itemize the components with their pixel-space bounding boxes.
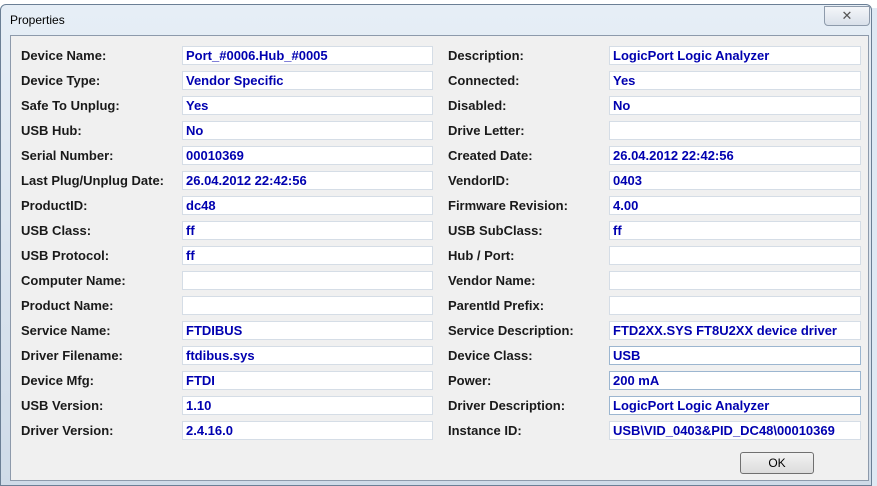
vendor-name-field[interactable]: [609, 271, 861, 290]
serial-number-field[interactable]: 00010369: [182, 146, 433, 165]
usb-subclass-field[interactable]: ff: [609, 221, 861, 240]
service-name-field[interactable]: FTDIBUS: [182, 321, 433, 340]
drive-letter-label: Drive Letter:: [448, 123, 525, 138]
usb-protocol-field[interactable]: ff: [182, 246, 433, 265]
product-name-field[interactable]: [182, 296, 433, 315]
last-plug-unplug-date-label: Last Plug/Unplug Date:: [21, 173, 164, 188]
parentid-prefix-label: ParentId Prefix:: [448, 298, 545, 313]
driver-filename-label: Driver Filename:: [21, 348, 123, 363]
description-field[interactable]: LogicPort Logic Analyzer: [609, 46, 861, 65]
description-label: Description:: [448, 48, 524, 63]
service-description-field[interactable]: FTD2XX.SYS FT8U2XX device driver: [609, 321, 861, 340]
device-class-field[interactable]: USB: [609, 346, 861, 365]
usb-class-label: USB Class:: [21, 223, 92, 238]
serial-number-label: Serial Number:: [21, 148, 114, 163]
service-name-label: Service Name:: [21, 323, 111, 338]
usb-hub-field[interactable]: No: [182, 121, 433, 140]
instance-id-field[interactable]: USB\VID_0403&PID_DC48\00010369: [609, 421, 861, 440]
firmware-revision-field[interactable]: 4.00: [609, 196, 861, 215]
disabled-label: Disabled:: [448, 98, 507, 113]
vendor-name-label: Vendor Name:: [448, 273, 536, 288]
usb-protocol-label: USB Protocol:: [21, 248, 110, 263]
disabled-field[interactable]: No: [609, 96, 861, 115]
device-type-field[interactable]: Vendor Specific: [182, 71, 433, 90]
device-mfg-label: Device Mfg:: [21, 373, 94, 388]
dialog-title: Properties: [10, 13, 65, 27]
properties-panel: OK Device Name: Port_#0006.Hub_#0005 Devic…: [10, 35, 869, 481]
hub-port-label: Hub / Port:: [448, 248, 515, 263]
firmware-revision-label: Firmware Revision:: [448, 198, 568, 213]
usb-hub-label: USB Hub:: [21, 123, 82, 138]
vendorid-label: VendorID:: [448, 173, 510, 188]
instance-id-label: Instance ID:: [448, 423, 522, 438]
vendorid-field[interactable]: 0403: [609, 171, 861, 190]
safe-to-unplug-field[interactable]: Yes: [182, 96, 433, 115]
created-date-field[interactable]: 26.04.2012 22:42:56: [609, 146, 861, 165]
close-button[interactable]: ✕: [824, 6, 870, 26]
computer-name-field[interactable]: [182, 271, 433, 290]
ok-button[interactable]: OK: [740, 452, 814, 474]
power-label: Power:: [448, 373, 492, 388]
connected-field[interactable]: Yes: [609, 71, 861, 90]
device-name-label: Device Name:: [21, 48, 107, 63]
service-description-label: Service Description:: [448, 323, 574, 338]
usb-class-field[interactable]: ff: [182, 221, 433, 240]
productid-field[interactable]: dc48: [182, 196, 433, 215]
driver-filename-field[interactable]: ftdibus.sys: [182, 346, 433, 365]
hub-port-field[interactable]: [609, 246, 861, 265]
usb-version-label: USB Version:: [21, 398, 104, 413]
usb-subclass-label: USB SubClass:: [448, 223, 543, 238]
drive-letter-field[interactable]: [609, 121, 861, 140]
parentid-prefix-field[interactable]: [609, 296, 861, 315]
device-name-field[interactable]: Port_#0006.Hub_#0005: [182, 46, 433, 65]
driver-version-label: Driver Version:: [21, 423, 114, 438]
driver-version-field[interactable]: 2.4.16.0: [182, 421, 433, 440]
close-icon: ✕: [841, 8, 853, 23]
productid-label: ProductID:: [21, 198, 88, 213]
device-class-label: Device Class:: [448, 348, 533, 363]
properties-dialog: Properties ✕ OK Device Name: Port_#0006.H…: [0, 4, 872, 486]
driver-description-label: Driver Description:: [448, 398, 566, 413]
device-type-label: Device Type:: [21, 73, 101, 88]
power-field[interactable]: 200 mA: [609, 371, 861, 390]
last-plug-unplug-date-field[interactable]: 26.04.2012 22:42:56: [182, 171, 433, 190]
safe-to-unplug-label: Safe To Unplug:: [21, 98, 120, 113]
driver-description-field[interactable]: LogicPort Logic Analyzer: [609, 396, 861, 415]
connected-label: Connected:: [448, 73, 520, 88]
usb-version-field[interactable]: 1.10: [182, 396, 433, 415]
computer-name-label: Computer Name:: [21, 273, 126, 288]
product-name-label: Product Name:: [21, 298, 114, 313]
created-date-label: Created Date:: [448, 148, 533, 163]
device-mfg-field[interactable]: FTDI: [182, 371, 433, 390]
